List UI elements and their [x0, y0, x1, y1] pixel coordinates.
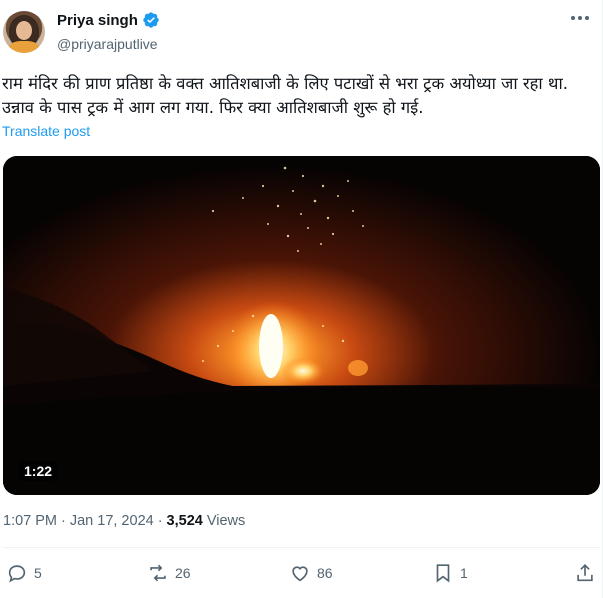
repost-button[interactable]: 26 — [147, 562, 191, 584]
bookmark-button[interactable]: 1 — [432, 562, 468, 584]
meta-separator: · — [157, 513, 163, 529]
divider — [3, 547, 600, 548]
tweet-meta: 1:07 PM · Jan 17, 2024 · 3,524 Views — [3, 513, 245, 529]
author-name[interactable]: Priya singh — [57, 12, 138, 29]
verified-badge-icon[interactable] — [142, 11, 160, 29]
tweet-time[interactable]: 1:07 PM — [3, 513, 57, 529]
share-button[interactable] — [574, 562, 596, 584]
avatar[interactable] — [3, 11, 45, 53]
bookmark-count: 1 — [460, 565, 468, 581]
share-icon — [577, 564, 593, 582]
repost-count: 26 — [175, 565, 191, 581]
views-count: 3,524 — [166, 513, 203, 529]
tweet-text: राम मंदिर की प्राण प्रतिष्ठा के वक्त आति… — [2, 74, 568, 117]
repost-icon — [150, 564, 166, 582]
like-count: 86 — [317, 565, 333, 581]
tweet-date[interactable]: Jan 17, 2024 — [70, 513, 154, 529]
video-frame — [3, 156, 600, 495]
author-handle[interactable]: @priyarajputlive — [57, 36, 158, 52]
meta-separator: · — [61, 513, 66, 529]
like-button[interactable]: 86 — [289, 562, 333, 584]
reply-icon — [8, 565, 26, 583]
video-player[interactable]: 1:22 — [3, 156, 600, 495]
video-duration: 1:22 — [19, 461, 58, 481]
action-bar: 5 26 86 1 — [0, 562, 603, 592]
reply-count: 5 — [34, 565, 42, 581]
author-name-row: Priya singh — [57, 11, 160, 29]
views-label: Views — [206, 513, 246, 529]
heart-icon — [292, 566, 308, 582]
more-options-icon[interactable] — [571, 16, 589, 20]
translate-post-link[interactable]: Translate post — [2, 123, 90, 139]
reply-button[interactable]: 5 — [6, 562, 42, 584]
bookmark-icon — [436, 564, 450, 583]
